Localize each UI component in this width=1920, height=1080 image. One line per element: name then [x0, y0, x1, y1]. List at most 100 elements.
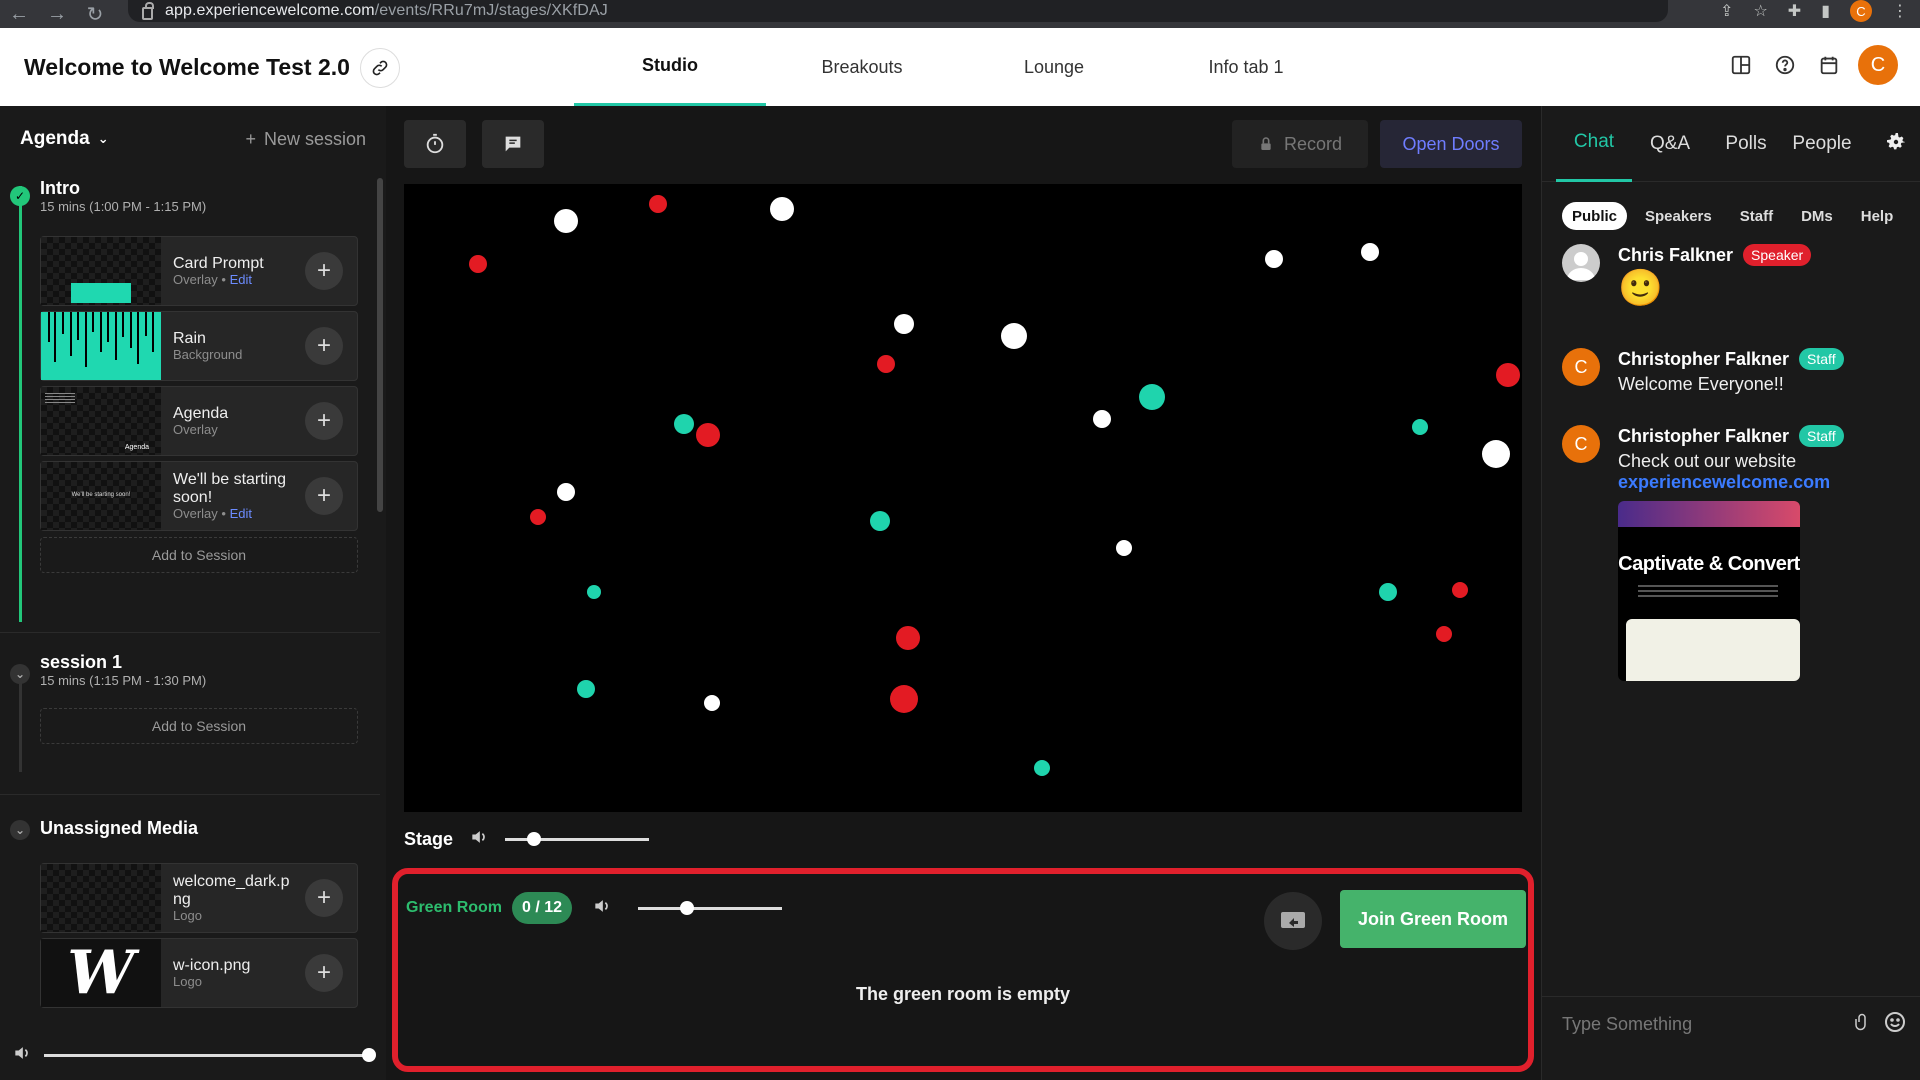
media-thumbnail: [41, 864, 161, 932]
message-button[interactable]: [482, 120, 544, 168]
session-name[interactable]: session 1: [40, 652, 356, 673]
extensions-icon[interactable]: ✚: [1788, 1, 1801, 21]
speaker-badge: Speaker: [1743, 244, 1812, 266]
help-icon[interactable]: [1770, 50, 1800, 80]
tab-polls[interactable]: Polls: [1708, 106, 1784, 182]
paperclip-icon[interactable]: [1853, 1011, 1871, 1038]
media-card[interactable]: Agenda Agenda Overlay +: [40, 386, 358, 456]
add-to-session-button[interactable]: Add to Session: [40, 537, 358, 573]
agenda-sidebar: Agenda ⌄ + New session ✓ Intro 15 mins (…: [0, 106, 386, 1080]
session-time: 15 mins (1:15 PM - 1:30 PM): [40, 673, 207, 688]
app-header: Welcome to Welcome Test 2.0 Studio Break…: [0, 28, 1920, 106]
stage-preview[interactable]: [404, 184, 1522, 812]
media-card[interactable]: Card Prompt Overlay • Edit +: [40, 236, 358, 306]
green-room-volume-slider[interactable]: [638, 900, 783, 915]
emoji-icon[interactable]: [1883, 1010, 1907, 1039]
add-media-button[interactable]: +: [305, 402, 343, 440]
session-name[interactable]: Intro: [40, 172, 356, 199]
star-icon[interactable]: ☆: [1753, 1, 1767, 21]
edit-link[interactable]: Edit: [230, 506, 252, 521]
layout-icon[interactable]: [1726, 50, 1756, 80]
message-icon: [505, 136, 521, 152]
stage-volume-slider[interactable]: [505, 831, 650, 846]
w-logo-thumbnail: W: [41, 939, 161, 1007]
unassigned-title: Unassigned Media: [40, 818, 199, 838]
link-icon: [372, 60, 388, 76]
add-media-button[interactable]: +: [305, 879, 343, 917]
slider-knob[interactable]: [680, 900, 695, 915]
media-card[interactable]: welcome_dark.png Logo +: [40, 863, 358, 933]
copy-link-button[interactable]: [360, 48, 400, 88]
media-thumbnail: [41, 312, 161, 380]
media-name: Rain: [173, 329, 206, 347]
timer-button[interactable]: [404, 120, 466, 168]
edit-link[interactable]: Edit: [230, 272, 252, 287]
tab-lounge[interactable]: Lounge: [958, 28, 1150, 106]
gear-icon[interactable]: [1884, 130, 1908, 159]
subtab-speakers[interactable]: Speakers: [1635, 202, 1722, 230]
main-tabs: Studio Breakouts Lounge Info tab 1: [574, 28, 1342, 106]
screen-share-button[interactable]: [1264, 892, 1322, 950]
slider-knob[interactable]: [362, 1047, 376, 1062]
back-arrow-icon[interactable]: ←: [0, 0, 38, 28]
address-bar[interactable]: app.experiencewelcome.com/events/RRu7mJ/…: [128, 0, 1668, 22]
open-doors-button[interactable]: Open Doors: [1380, 120, 1522, 168]
speaker-icon[interactable]: [12, 1043, 32, 1068]
tab-people[interactable]: People: [1784, 106, 1860, 182]
tab-breakouts[interactable]: Breakouts: [766, 28, 958, 106]
chevron-down-icon[interactable]: ⌄: [10, 664, 30, 684]
master-volume-slider[interactable]: [44, 1047, 376, 1062]
screen-share-icon: [1281, 912, 1305, 928]
sidebar-scrollbar[interactable]: [377, 178, 383, 512]
media-card[interactable]: We'll be starting soon! We'll be startin…: [40, 461, 358, 531]
subtab-staff[interactable]: Staff: [1730, 202, 1783, 230]
add-media-button[interactable]: +: [305, 252, 343, 290]
menu-dots-icon[interactable]: ⋮: [1892, 1, 1908, 21]
new-session-button[interactable]: + New session: [245, 129, 366, 150]
message-author[interactable]: Christopher Falkner: [1618, 426, 1789, 447]
add-media-button[interactable]: +: [305, 477, 343, 515]
reload-icon[interactable]: ↻: [76, 0, 114, 28]
join-green-room-button[interactable]: Join Green Room: [1340, 890, 1526, 948]
green-room-empty-text: The green room is empty: [855, 984, 1071, 1004]
avatar: [1562, 244, 1600, 282]
session-1: ⌄ session 1 15 mins (1:15 PM - 1:30 PM) …: [0, 652, 386, 782]
record-button[interactable]: Record: [1232, 120, 1368, 168]
chevron-down-icon[interactable]: ⌄: [10, 820, 30, 840]
user-avatar[interactable]: C: [1858, 45, 1898, 85]
tab-qa[interactable]: Q&A: [1632, 106, 1708, 182]
tab-studio[interactable]: Studio: [574, 28, 766, 106]
share-icon[interactable]: ⇪: [1720, 1, 1733, 21]
forward-arrow-icon[interactable]: →: [38, 0, 76, 28]
green-room-label: Green Room: [406, 899, 503, 916]
plus-icon: +: [245, 128, 256, 149]
sidepanel-icon[interactable]: ▮: [1821, 1, 1830, 21]
chat-input[interactable]: [1562, 1014, 1853, 1035]
master-volume: [0, 1030, 386, 1080]
media-card[interactable]: Rain Background +: [40, 311, 358, 381]
agenda-dropdown[interactable]: Agenda ⌄: [20, 128, 109, 150]
add-to-session-button[interactable]: Add to Session: [40, 708, 358, 744]
tab-info[interactable]: Info tab 1: [1150, 28, 1342, 106]
add-media-button[interactable]: +: [305, 327, 343, 365]
tab-chat[interactable]: Chat: [1556, 106, 1632, 182]
subtab-dms[interactable]: DMs: [1791, 202, 1843, 230]
chat-message: Chris Falkner Speaker 🙂: [1562, 244, 1812, 308]
add-media-button[interactable]: +: [305, 954, 343, 992]
link-preview[interactable]: Captivate & Convert: [1618, 501, 1800, 681]
message-author[interactable]: Christopher Falkner: [1618, 349, 1789, 370]
slider-knob[interactable]: [527, 831, 542, 846]
chat-message: C Christopher Falkner Staff Check out our…: [1562, 425, 1844, 681]
confetti-animation: [469, 195, 1520, 776]
browser-profile-avatar[interactable]: C: [1850, 0, 1872, 22]
preview-title: Captivate & Convert: [1618, 553, 1800, 575]
subtab-help[interactable]: Help: [1851, 202, 1904, 230]
subtab-public[interactable]: Public: [1562, 202, 1628, 230]
message-emoji: 🙂: [1618, 267, 1663, 308]
calendar-icon[interactable]: [1814, 50, 1844, 80]
speaker-icon[interactable]: [592, 896, 612, 921]
message-author[interactable]: Chris Falkner: [1618, 245, 1733, 266]
speaker-icon[interactable]: [469, 827, 489, 852]
media-card[interactable]: W w-icon.png Logo +: [40, 938, 358, 1008]
message-link[interactable]: experiencewelcome.com: [1618, 472, 1844, 493]
